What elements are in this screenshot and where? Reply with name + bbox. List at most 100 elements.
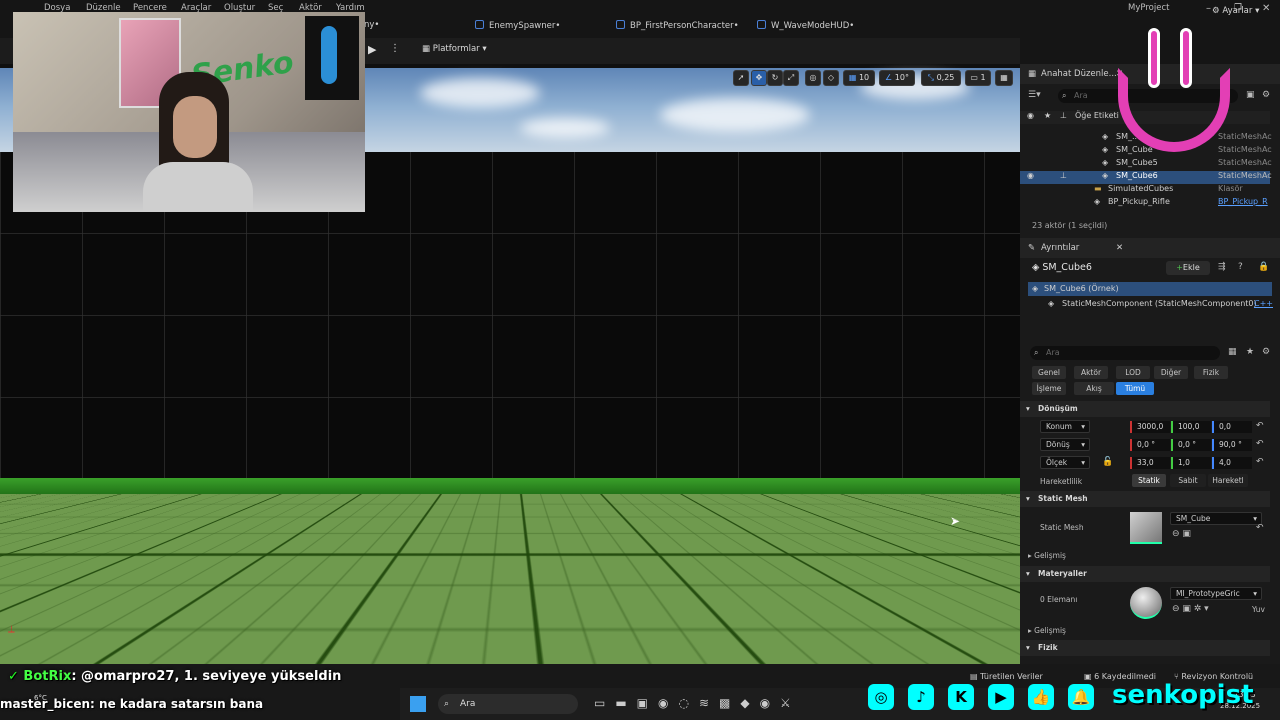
mesh-thumbnail[interactable] [1130,512,1162,544]
filter-icon[interactable]: ☰▾ [1028,90,1041,100]
rotation-snap-button[interactable]: ∠ 10° [879,70,915,86]
outliner-row[interactable]: ◈ BP_Pickup_Rifle BP_Pickup_R [1020,197,1270,210]
lock-icon[interactable]: 🔒 [1258,262,1269,272]
static-mesh-dropdown[interactable]: SM_Cube ▾ [1170,512,1262,525]
reset-icon[interactable]: ↶ [1256,439,1264,449]
materials-section[interactable]: ▾ Materyaller [1020,566,1270,582]
chat-bot-icon: ✓ [8,669,24,684]
details-title[interactable]: Ayrıntılar [1041,243,1079,253]
location-x[interactable]: 3000,0 [1130,421,1170,433]
scale-x[interactable]: 33,0 [1130,457,1170,469]
static-mesh-label: Static Mesh [1040,523,1084,532]
location-y[interactable]: 100,0 [1171,421,1211,433]
details-search-input[interactable]: ⌕ Ara [1030,346,1220,360]
rotation-dropdown[interactable]: Dönüş ▾ [1040,438,1090,451]
rotation-y[interactable]: 0,0 ° [1171,439,1211,451]
outliner-row[interactable]: ▬ SimulatedCubes Klasör [1020,184,1270,197]
filter-tumu[interactable]: Tümü [1116,382,1154,395]
add-folder-icon[interactable]: ▣ [1246,90,1255,100]
tab-level[interactable]: ny• [364,20,379,30]
reset-icon[interactable]: ↶ [1256,523,1264,533]
mobility-movable[interactable]: Hareketl [1208,474,1248,487]
details-settings-icon[interactable]: ⚙ [1262,347,1270,357]
rotation-z[interactable]: 90,0 ° [1212,439,1252,451]
reset-icon[interactable]: ↶ [1256,457,1264,467]
scale-dropdown[interactable]: Ölçek ▾ [1040,456,1090,469]
location-dropdown[interactable]: Konum ▾ [1040,420,1090,433]
taskbar-search[interactable]: ⌕ Ara [438,694,578,714]
filter-aktor[interactable]: Aktör [1074,366,1108,379]
move-tool-icon[interactable]: ✥ [751,70,767,86]
windows-start-icon[interactable] [410,696,426,712]
instance-row[interactable]: ◈ SM_Cube6 (Örnek) [1028,282,1272,296]
eye-icon[interactable]: ◉ [1027,111,1034,120]
rotation-x[interactable]: 0,0 ° [1130,439,1170,451]
lock-scale-icon[interactable]: 🔓 [1102,457,1113,467]
filter-diger[interactable]: Diğer [1154,366,1188,379]
filter-fizik[interactable]: Fizik [1194,366,1228,379]
transform-section[interactable]: ▾ Dönüşüm [1020,401,1270,417]
physics-section[interactable]: ▾ Fizik [1020,640,1270,656]
search-icon: ⌕ [444,699,450,709]
reset-icon[interactable]: ↶ [1256,421,1264,431]
mobility-stationary[interactable]: Sabit [1170,474,1206,487]
close-details-icon[interactable]: ✕ [1116,243,1123,253]
tab-bp-first-person-character[interactable]: BP_FirstPersonCharacter• [616,20,739,31]
add-component-button[interactable]: +Ekle [1166,261,1210,275]
help-icon[interactable]: ? [1238,262,1243,272]
outliner-row-selected[interactable]: ◉ ⊥ ◈ SM_Cube6 StaticMeshAc [1020,171,1272,184]
more-options-icon[interactable]: ⋮ [390,43,400,54]
outliner-row[interactable]: ◈ SM_Cube5 StaticMeshAc [1020,158,1272,171]
tab-wave-mode-hud[interactable]: W_WaveModeHUD• [757,20,854,31]
outliner-settings-icon[interactable]: ⚙ [1262,90,1270,100]
materials-advanced[interactable]: ▸ Gelişmiş [1028,626,1066,635]
filter-akis[interactable]: Akış [1074,382,1114,395]
outliner-title[interactable]: Anahat Düzenle... [1041,69,1117,79]
minimize-icon[interactable]: – [1206,3,1211,14]
material-thumbnail[interactable] [1130,587,1162,619]
surface-snap-icon[interactable]: ◇ [823,70,839,86]
chevron-down-icon: ▾ [1081,440,1085,449]
pin-icon[interactable]: ⊥ [1060,171,1067,180]
derived-data-button[interactable]: ▤ Türetilen Veriler [970,672,1043,681]
static-mesh-section[interactable]: ▾ Static Mesh [1020,491,1270,507]
scale-tool-icon[interactable]: ⤢ [783,70,799,86]
filter-lod[interactable]: LOD [1116,366,1150,379]
grid-snap-button[interactable]: ▦ 10 [843,70,875,86]
mobility-static[interactable]: Statik [1132,474,1166,487]
tab-enemy-spawner[interactable]: EnemySpawner• [475,20,560,31]
camera-speed-button[interactable]: ▭ 1 [965,70,991,86]
star-icon[interactable]: ★ [1044,111,1051,120]
scale-y[interactable]: 1,0 [1171,457,1211,469]
scale-z[interactable]: 4,0 [1212,457,1252,469]
blueprint-icon[interactable]: ⇶ [1218,262,1226,272]
filter-isleme[interactable]: İşleme [1032,382,1066,395]
world-space-icon[interactable]: ◎ [805,70,821,86]
browse-icon[interactable]: ⊖ ▣ [1172,529,1191,539]
pin-icon[interactable]: ⊥ [1060,111,1067,120]
static-mesh-advanced[interactable]: ▸ Gelişmiş [1028,551,1066,560]
blueprint-icon [475,20,484,29]
filter-genel[interactable]: Genel [1032,366,1066,379]
taskbar-app-icons[interactable]: ▭▬▣◉◌≋▩◆◉⚔ [594,696,801,710]
play-icon[interactable]: ▶ [368,43,384,57]
layout-icon[interactable]: ▦ [995,70,1013,86]
favorite-star-icon[interactable]: ★ [1246,347,1254,357]
webcam-overlay: Senko [13,12,365,212]
settings-button[interactable]: ⚙ Ayarlar ▾ [1212,6,1259,16]
instagram-icon: ◎ [868,684,894,710]
column-item-label[interactable]: Öğe Etiketi [1075,111,1119,120]
close-icon[interactable]: ✕ [1262,3,1270,14]
component-row[interactable]: ◈ StaticMeshComponent (StaticMeshComponen… [1028,299,1273,312]
material-dropdown[interactable]: MI_PrototypeGric ▾ [1170,587,1262,600]
scale-snap-button[interactable]: ⤡ 0,25 [921,70,961,86]
table-view-icon[interactable]: ▦ [1228,347,1237,357]
gear-icon: ⚙ [1212,6,1223,16]
location-z[interactable]: 0,0 [1212,421,1252,433]
grid-icon: ▦ [848,73,857,82]
platforms-button[interactable]: ▦ Platformlar ▾ [422,44,487,54]
browse-icon[interactable]: ⊖ ▣ ✲ ▾ [1172,604,1209,614]
select-tool-icon[interactable]: ➚ [733,70,749,86]
eye-icon[interactable]: ◉ [1027,171,1034,180]
rotate-tool-icon[interactable]: ↻ [767,70,783,86]
